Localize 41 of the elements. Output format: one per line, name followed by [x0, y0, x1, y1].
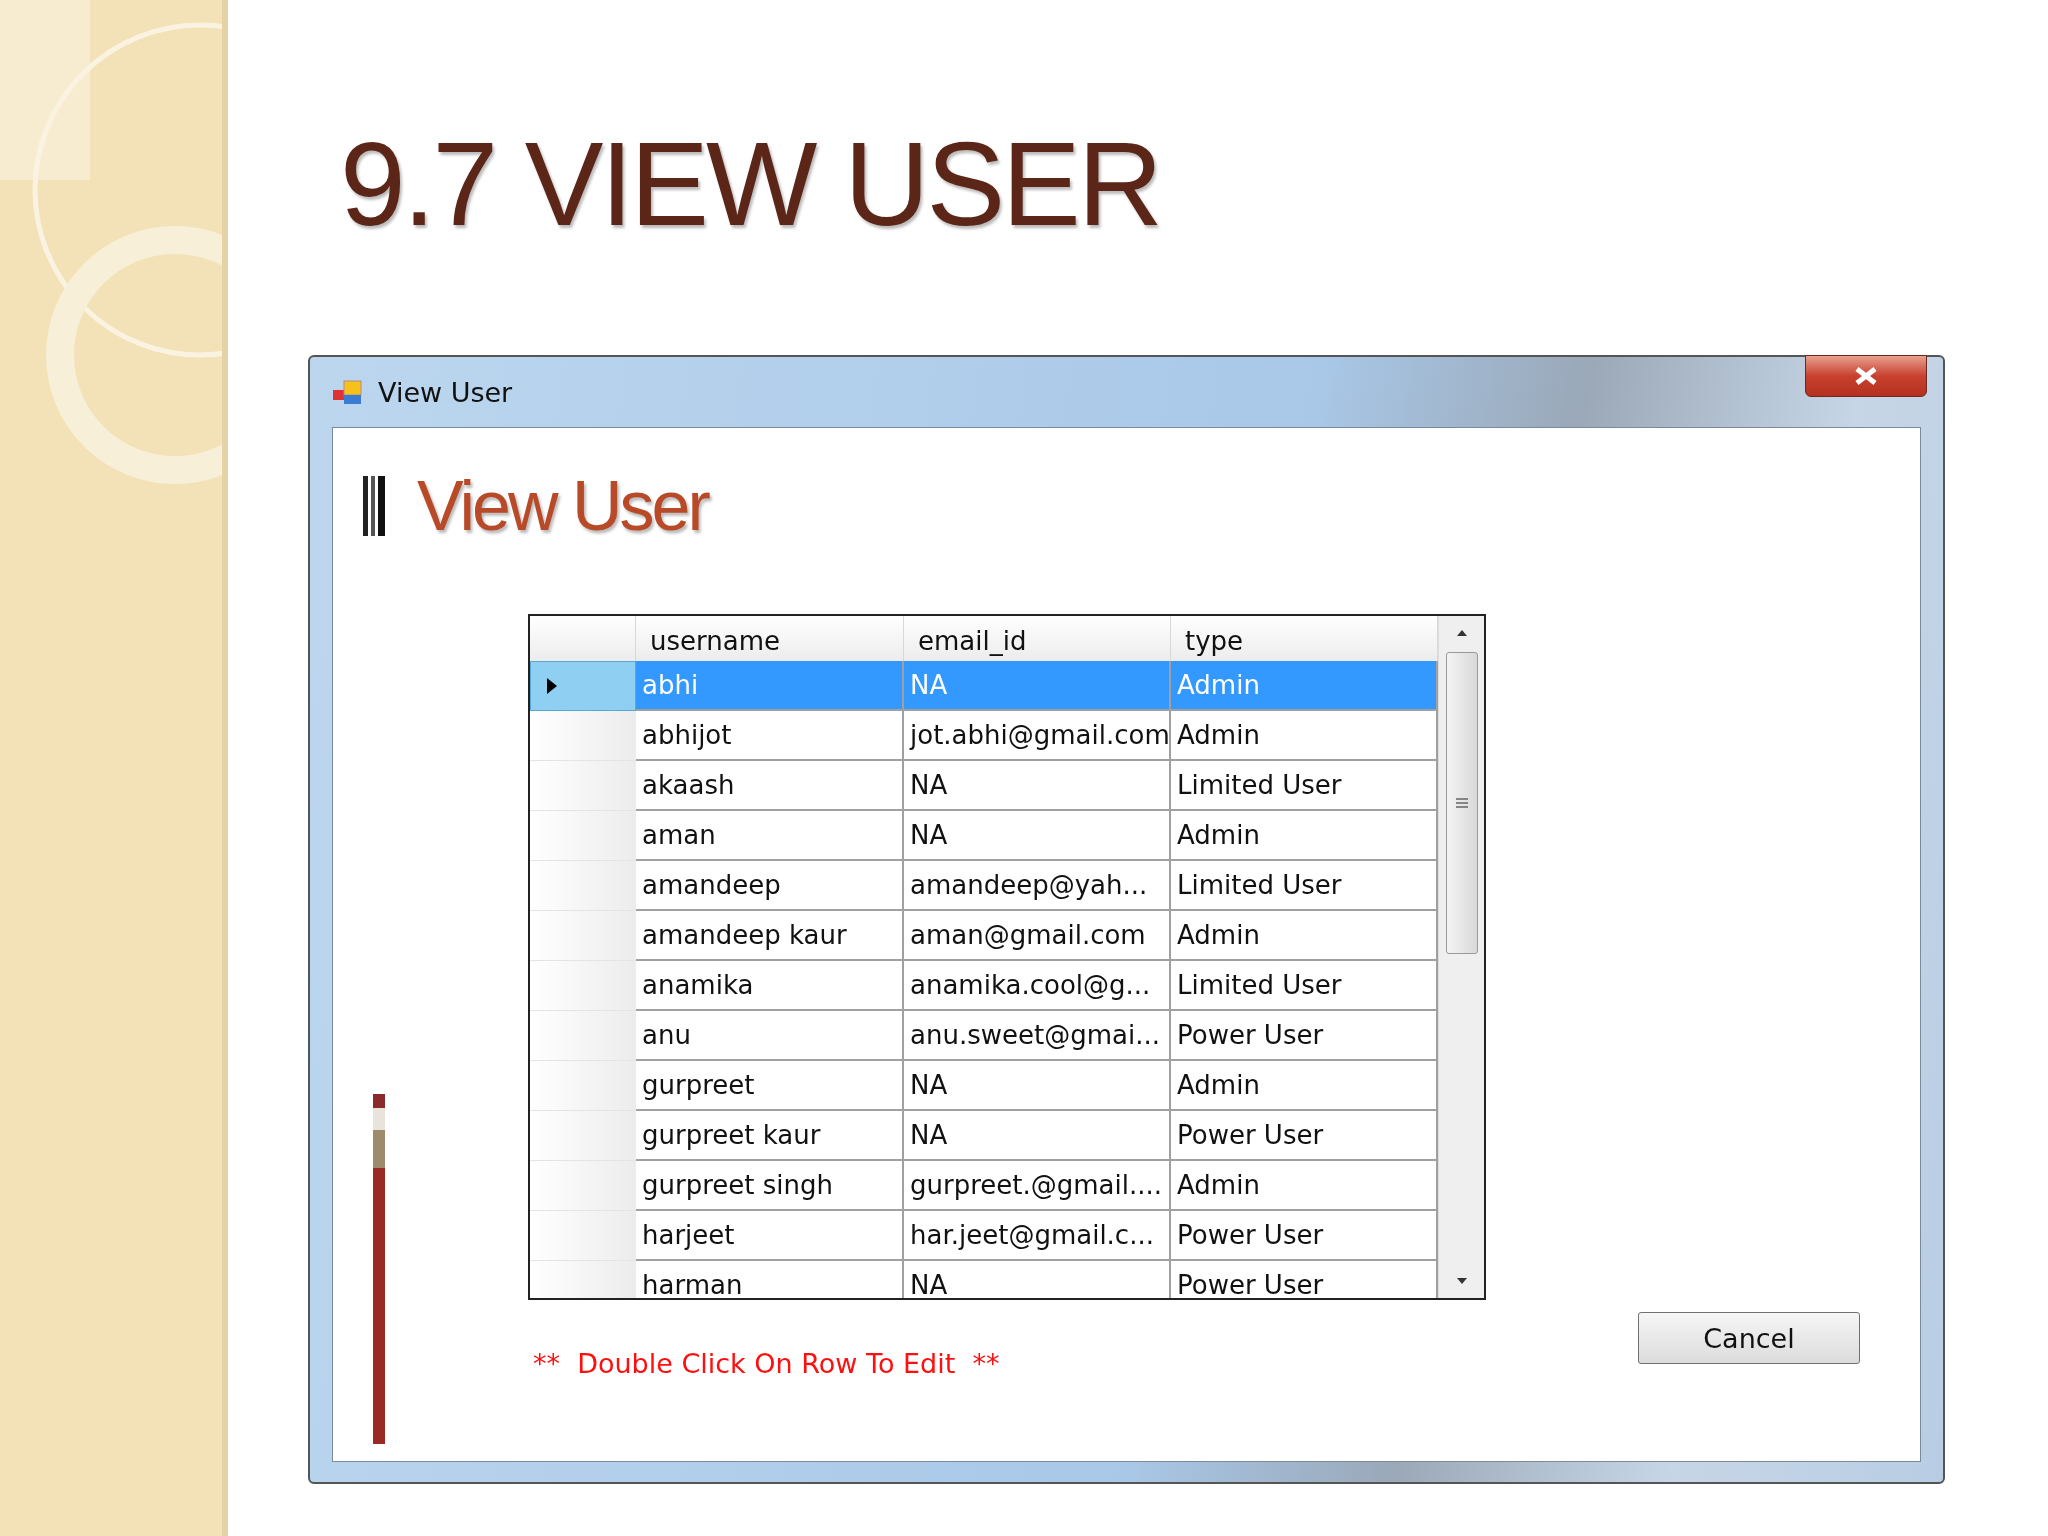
table-cell: NA [904, 1111, 1171, 1161]
table-cell: amandeep@yah... [904, 861, 1171, 911]
row-header[interactable] [530, 661, 636, 711]
table-cell: NA [904, 761, 1171, 811]
table-cell: NA [904, 1261, 1171, 1298]
scroll-thumb[interactable] [1445, 652, 1478, 954]
table-cell: anamika.cool@g... [904, 961, 1171, 1011]
table-cell: abhi [636, 661, 904, 711]
table-cell: gurpreet [636, 1061, 904, 1111]
table-cell: anu [636, 1011, 904, 1061]
table-cell: harman [636, 1261, 904, 1298]
table-cell: akaash [636, 761, 904, 811]
close-button[interactable] [1805, 355, 1927, 397]
table-cell: jot.abhi@gmail.com [904, 711, 1171, 761]
table-cell: aman@gmail.com [904, 911, 1171, 961]
scrollbar[interactable] [1438, 616, 1484, 1298]
table-cell: harjeet [636, 1211, 904, 1261]
table-cell: Admin [1171, 661, 1438, 711]
grip-icon [1454, 797, 1469, 809]
table-cell: amandeep [636, 861, 904, 911]
window-title: View User [378, 376, 513, 408]
table-cell: aman [636, 811, 904, 861]
hint-text: ** Double Click On Row To Edit ** [533, 1348, 1000, 1379]
slide-title: 9.7 VIEW USER [340, 125, 1160, 243]
table-cell: har.jeet@gmail.c... [904, 1211, 1171, 1261]
table-cell: NA [904, 811, 1171, 861]
close-icon [1853, 366, 1879, 386]
table-cell: anu.sweet@gmai... [904, 1011, 1171, 1061]
table-cell: amandeep kaur [636, 911, 904, 961]
table-cell: gurpreet kaur [636, 1111, 904, 1161]
form-heading: View User [417, 466, 708, 546]
table-cell: gurpreet singh [636, 1161, 904, 1211]
table-cell: anamika [636, 961, 904, 1011]
app-icon [332, 378, 364, 406]
bars-icon [363, 476, 387, 536]
table-cell: NA [904, 1061, 1171, 1111]
cancel-button[interactable]: Cancel [1638, 1312, 1860, 1364]
current-row-icon [545, 676, 559, 696]
table-cell: abhijot [636, 711, 904, 761]
table-cell: gurpreet.@gmail.... [904, 1161, 1171, 1211]
table-cell: NA [904, 661, 1171, 711]
